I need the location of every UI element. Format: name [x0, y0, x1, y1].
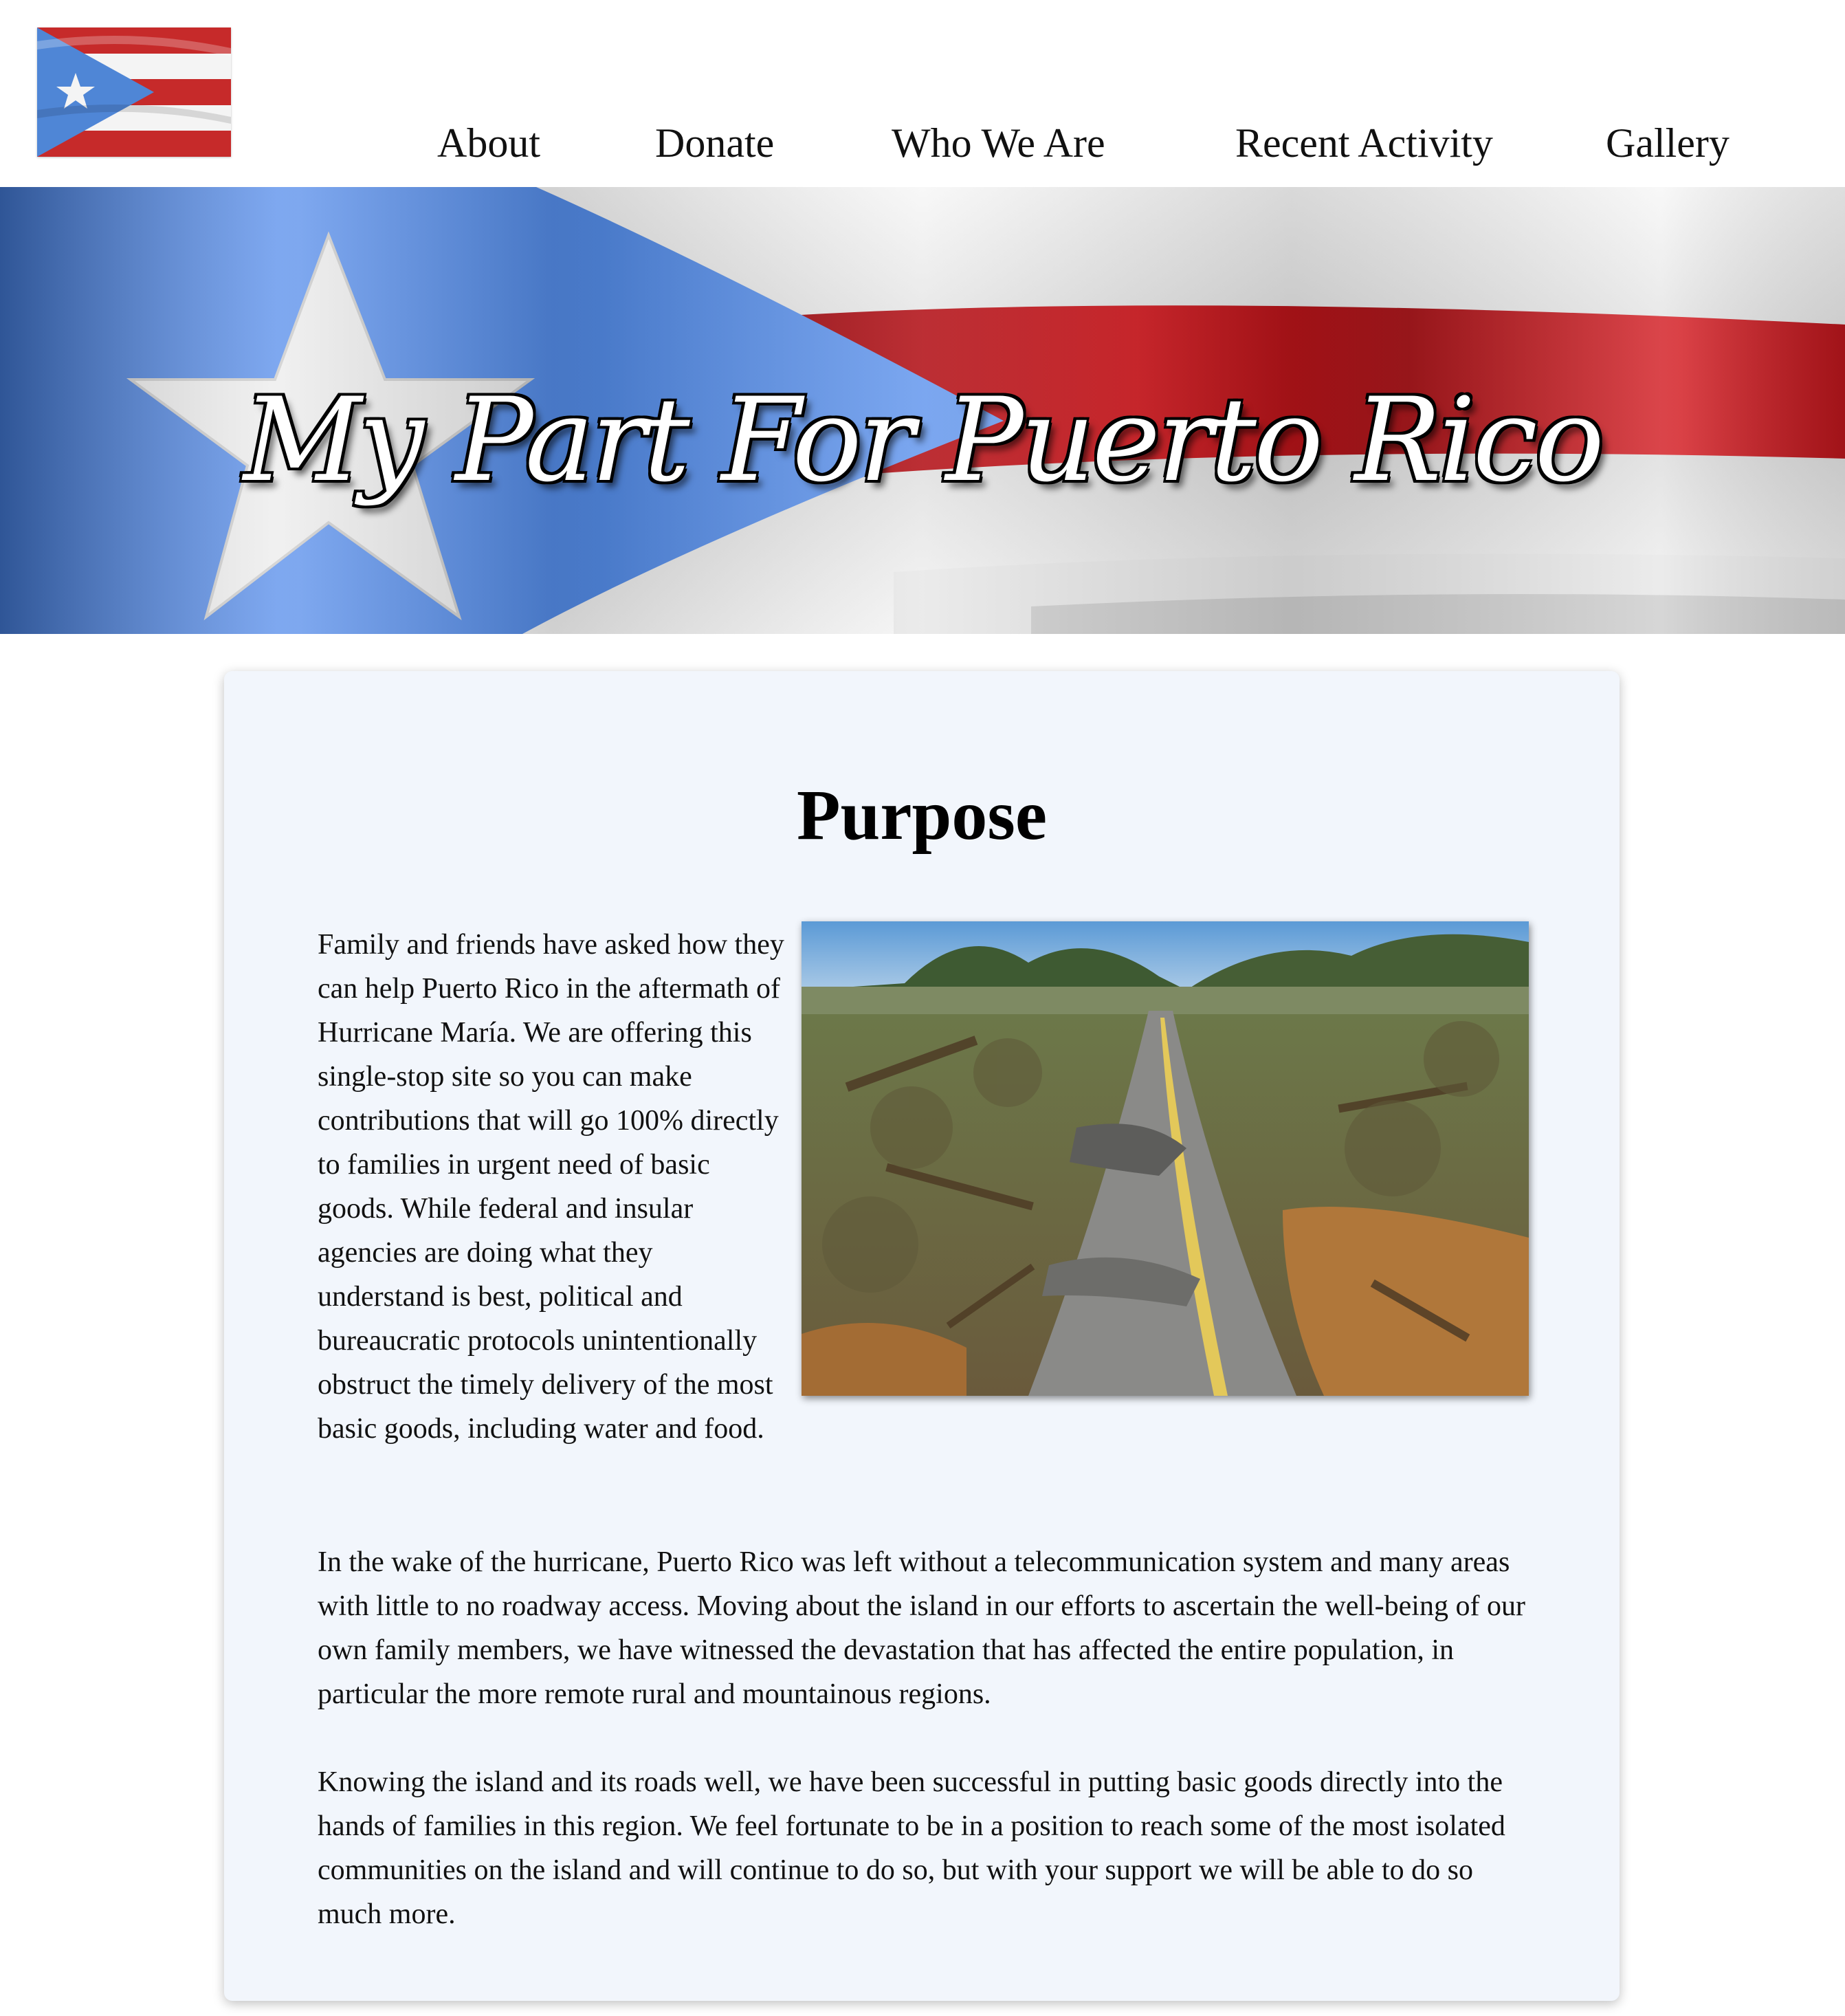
purpose-heading: Purpose: [797, 776, 1047, 855]
nav-about[interactable]: About: [437, 116, 540, 171]
purpose-paragraph-2: In the wake of the hurricane, Puerto Ric…: [318, 1546, 1525, 1710]
damaged-road-image: [802, 921, 1529, 1396]
hurricane-damage-photo: [802, 921, 1529, 1396]
main-nav: About Donate Who We Are Recent Activity …: [0, 116, 1845, 171]
purpose-card: Purpose Family and friends have asked ho…: [224, 671, 1620, 2001]
nav-gallery[interactable]: Gallery: [1606, 116, 1730, 171]
purpose-paragraph-1: Family and friends have asked how they c…: [318, 929, 784, 1445]
nav-donate[interactable]: Donate: [655, 116, 774, 171]
purpose-paragraph-3: Knowing the island and its roads well, w…: [318, 1766, 1505, 1930]
nav-recent-activity[interactable]: Recent Activity: [1235, 116, 1493, 171]
site-header: About Donate Who We Are Recent Activity …: [0, 0, 1845, 187]
banner-title: My Part For Puerto Rico: [243, 373, 1604, 507]
nav-who-we-are[interactable]: Who We Are: [892, 116, 1105, 171]
hero-banner: My Part For Puerto Rico: [0, 187, 1845, 634]
